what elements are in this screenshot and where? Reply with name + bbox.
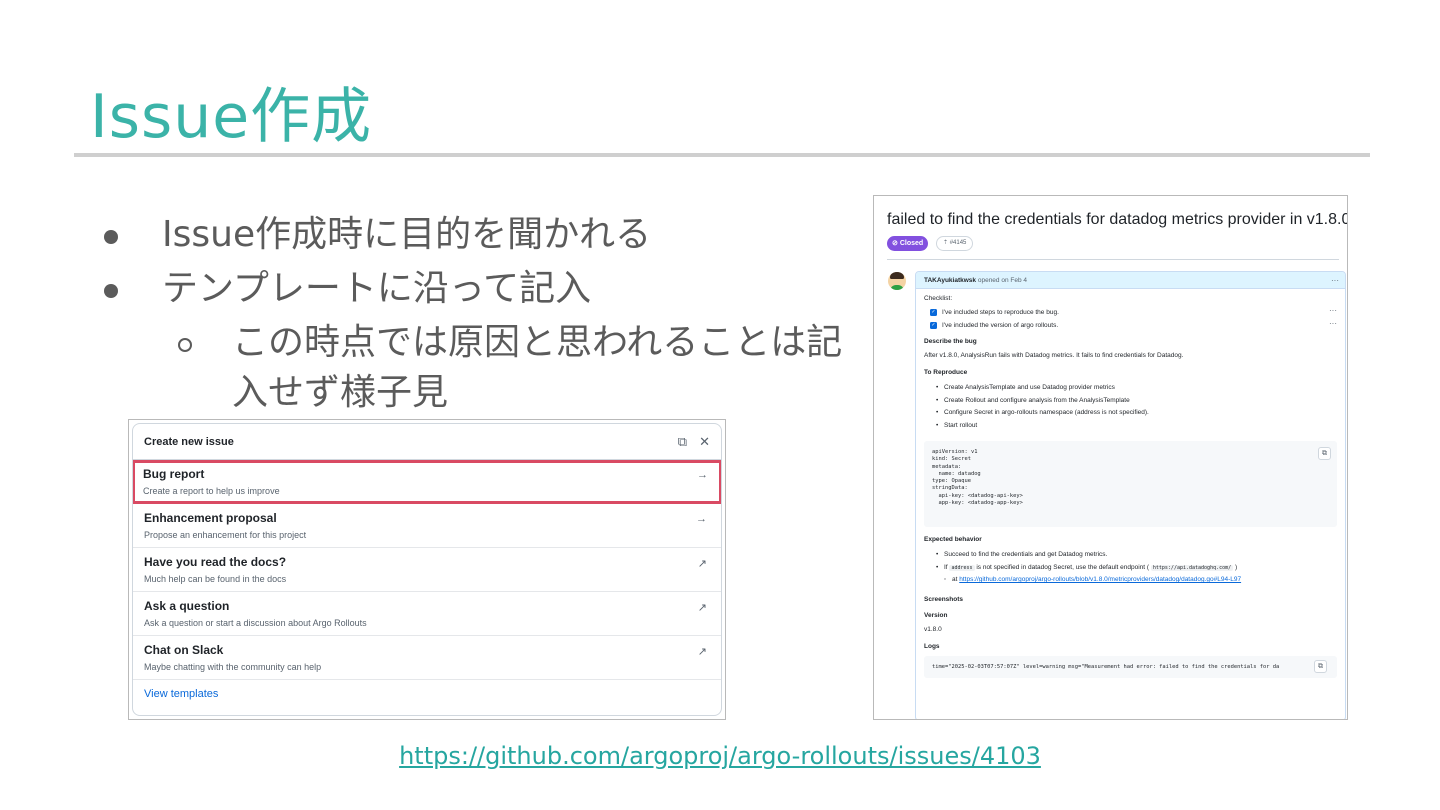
list-item: Create Rollout and configure analysis fr… [936,395,1337,408]
list-item: Succeed to find the credentials and get … [936,549,1337,562]
checklist-item[interactable]: ✓ I've included steps to reproduce the bu… [930,306,1337,316]
option-ask-question[interactable]: Ask a question Ask a question or start a… [133,592,721,636]
section-heading: Expected behavior [924,536,982,543]
title-divider [74,153,1370,157]
section-heading: Screenshots [924,595,964,603]
bullet-dot-icon [104,284,118,298]
copy-icon[interactable]: ⧉ [678,434,687,450]
dialog-panel: Create new issue ⧉ ✕ Bug report Create a… [132,423,722,716]
list-item: Create AnalysisTemplate and use Datadog … [936,382,1337,395]
list-item: Start rollout [936,420,1337,433]
list-item: at https://github.com/argoproj/argo-roll… [938,574,1337,587]
option-read-docs[interactable]: Have you read the docs? Much help can be… [133,548,721,592]
code-block: apiVersion: v1 kind: Secret metadata: na… [924,441,1337,527]
arrow-right-icon: → [696,513,707,525]
bullet-circle-icon [178,338,192,352]
option-enhancement-proposal[interactable]: Enhancement proposal Propose an enhancem… [133,504,721,548]
status-badge: ⊘ Closed [887,236,929,251]
slide-title: Issue作成 [90,82,373,152]
pull-request-icon: ⇡ [943,240,950,246]
arrow-right-icon: → [697,469,708,481]
dialog-title: Create new issue [144,435,234,448]
section-heading: To Reproduce [924,369,968,376]
checkbox-checked-icon[interactable]: ✓ [930,309,937,316]
section-heading: Describe the bug [924,338,977,345]
source-code-link[interactable]: https://github.com/argoproj/argo-rollout… [959,576,1241,583]
copy-icon[interactable]: ⧉ [1314,659,1327,673]
option-chat-slack[interactable]: Chat on Slack Maybe chatting with the co… [133,636,721,680]
copy-icon[interactable]: ⧉ [1318,447,1331,460]
close-icon[interactable]: ✕ [699,434,710,450]
issue-title: failed to find the credentials for datad… [887,211,1348,228]
issue-page: failed to find the credentials for datad… [873,195,1348,720]
external-link-icon: ↗ [697,558,707,570]
expected-list: Succeed to find the credentials and get … [936,549,1337,587]
dialog-header: Create new issue ⧉ ✕ [133,424,721,460]
sub-bullet-item: この時点では原因と思われることは記 入せず様子見 [100,318,860,418]
check-circle-icon: ⊘ [892,240,900,247]
create-issue-dialog: Create new issue ⧉ ✕ Bug report Create a… [128,419,726,720]
option-bug-report[interactable]: Bug report Create a report to help us im… [133,460,721,504]
source-link[interactable]: https://github.com/argoproj/argo-rollout… [0,742,1440,770]
log-block: time="2025-02-03T07:57:07Z" level=warnin… [924,655,1337,678]
bullet-dot-icon [104,230,118,244]
reproduce-list: Create AnalysisTemplate and use Datadog … [936,382,1337,433]
bullet-item: テンプレートに沿って記入 [100,262,860,316]
list-item: Configure Secret in argo-rollouts namesp… [936,407,1337,420]
checklist-item[interactable]: ✓ I've included the version of argo rollo… [930,319,1337,329]
divider [887,259,1339,260]
checkbox-checked-icon[interactable]: ✓ [930,322,937,329]
more-options-icon[interactable]: ··· [1331,272,1339,289]
bullet-item: Issue作成時に目的を聞かれる [100,208,860,262]
bullet-list: Issue作成時に目的を聞かれる テンプレートに沿って記入 この時点では原因と思… [100,208,860,418]
linked-pr-badge[interactable]: ⇡ #4145 [936,236,974,251]
more-options-icon[interactable]: ··· [1329,306,1337,315]
external-link-icon: ↗ [697,646,707,658]
section-heading: Version [924,611,948,619]
list-item: If address is not specified in datadog S… [936,562,1337,575]
author-link[interactable]: TAKAyukiatkwsk [924,277,976,284]
section-heading: Logs [924,642,940,650]
more-options-icon[interactable]: ··· [1329,319,1337,328]
avatar[interactable] [888,272,906,290]
comment-body: Checklist: ✓ I've included steps to repro… [916,289,1345,683]
issue-comment: TAKAyukiatkwsk opened on Feb 4 ··· Check… [915,271,1346,719]
comment-header: TAKAyukiatkwsk opened on Feb 4 ··· [916,272,1345,289]
external-link-icon: ↗ [697,602,707,614]
view-templates-link[interactable]: View templates [133,680,721,708]
